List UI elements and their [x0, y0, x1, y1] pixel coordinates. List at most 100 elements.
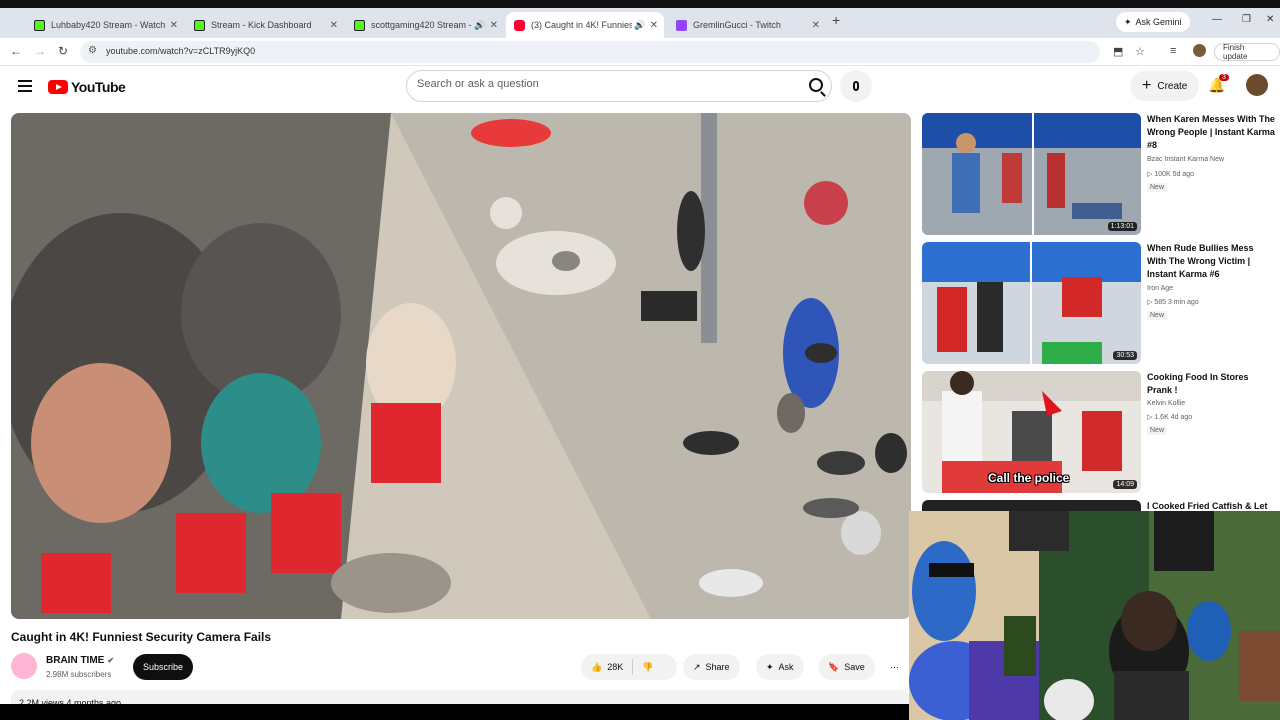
- recommended-channel[interactable]: Kelvin Kollie: [1147, 400, 1185, 407]
- duration-badge: 14:09: [1113, 480, 1137, 489]
- finish-update-button[interactable]: Finish update: [1214, 43, 1280, 61]
- minimize-icon[interactable]: —: [1212, 14, 1222, 25]
- recommended-meta-text: 585 3 min ago: [1154, 299, 1199, 306]
- youtube-header: YouTube + Create 🔔 3: [0, 66, 1280, 108]
- plus-icon: +: [1142, 77, 1152, 94]
- tab-youtube-video[interactable]: (3) Caught in 4K! Funniest S 🔊 ✕: [506, 12, 664, 38]
- recommended-meta: ▷ 585 3 min ago: [1147, 298, 1199, 306]
- tab-title: (3) Caught in 4K! Funniest S: [531, 20, 633, 30]
- channel-name-text: BRAIN TIME: [46, 655, 105, 666]
- webcam-feed: [909, 511, 1280, 720]
- close-icon[interactable]: ✕: [330, 20, 338, 31]
- notification-count-badge: 3: [1219, 74, 1229, 81]
- recommended-video[interactable]: 30:53 When Rude Bullies Mess With The Wr…: [922, 242, 1272, 364]
- youtube-play-icon: [48, 80, 68, 94]
- verified-icon: ✔: [107, 656, 115, 665]
- create-button[interactable]: + Create: [1130, 71, 1200, 101]
- recommended-video[interactable]: 1:13:01 When Karen Messes With The Wrong…: [922, 113, 1275, 235]
- taskbar-edge: [0, 704, 909, 720]
- youtube-logo-text: YouTube: [71, 79, 126, 95]
- youtube-logo[interactable]: YouTube: [48, 79, 126, 95]
- recommended-title[interactable]: When Karen Messes With The Wrong People …: [1147, 113, 1275, 152]
- subscriber-count: 2.98M subscribers: [46, 670, 112, 679]
- like-dislike-group: 👍 28K 👎: [581, 654, 677, 680]
- tab-scottgaming-stream[interactable]: scottgaming420 Stream - W 🔊 ✕: [346, 12, 504, 38]
- speaker-icon[interactable]: 🔊: [474, 20, 485, 31]
- ask-label: Ask: [778, 662, 794, 672]
- search-input[interactable]: [417, 78, 797, 90]
- more-actions-button[interactable]: ⋯: [884, 654, 910, 680]
- menu-icon[interactable]: [18, 80, 32, 92]
- browser-profile-avatar[interactable]: [1193, 44, 1206, 57]
- channel-avatar[interactable]: [11, 653, 37, 679]
- browser-tab-strip: Luhbaby420 Stream - Watch Li ✕ Stream - …: [0, 8, 1280, 38]
- back-icon[interactable]: ←: [10, 44, 22, 58]
- kick-icon: [34, 19, 45, 31]
- close-icon[interactable]: ✕: [490, 20, 498, 31]
- like-count[interactable]: 28K: [607, 662, 623, 672]
- video-thumbnail[interactable]: 30:53: [922, 242, 1141, 364]
- video-thumbnail[interactable]: Call the police 14:09: [922, 371, 1141, 493]
- ask-button[interactable]: ✦ Ask: [756, 654, 804, 680]
- finish-update-label: Finish update: [1223, 43, 1248, 61]
- more-icon: ⋯: [890, 661, 899, 672]
- voice-search-button[interactable]: [840, 70, 872, 102]
- video-player[interactable]: [11, 113, 911, 619]
- video-thumbnail[interactable]: 1:13:01: [922, 113, 1141, 235]
- kick-icon: [354, 19, 365, 31]
- streamer-webcam-overlay: [909, 511, 1280, 720]
- video-title: Caught in 4K! Funniest Security Camera F…: [11, 630, 272, 644]
- speaker-icon[interactable]: 🔊: [634, 20, 645, 31]
- recommended-channel[interactable]: Bzac Instant Karma New: [1147, 156, 1224, 163]
- address-toolbar: ← → ↻ ⚙ youtube.com/watch?v=zCLTR9yjKQ0 …: [0, 38, 1280, 66]
- ask-gemini-label: Ask Gemini: [1135, 17, 1182, 27]
- recommended-channel[interactable]: Iron Age: [1147, 285, 1173, 292]
- close-icon[interactable]: ✕: [650, 20, 658, 31]
- channel-name[interactable]: BRAIN TIME ✔: [46, 655, 114, 666]
- bookmark-icon: 🔖: [828, 661, 840, 672]
- search-icon[interactable]: [809, 78, 823, 92]
- ask-gemini-button[interactable]: ✦ Ask Gemini: [1116, 12, 1190, 32]
- close-icon[interactable]: ✕: [170, 20, 178, 31]
- play-icon: ▷: [1147, 299, 1153, 306]
- save-button[interactable]: 🔖 Save: [818, 654, 875, 680]
- recommended-meta-text: 100K 5d ago: [1154, 171, 1195, 178]
- new-badge: New: [1147, 183, 1168, 192]
- bookmark-star-icon[interactable]: ☆: [1135, 45, 1145, 58]
- tab-twitch[interactable]: GremlinGucci - Twitch ✕: [668, 12, 826, 38]
- like-icon[interactable]: 👍: [591, 662, 602, 673]
- sparkle-icon: ✦: [766, 661, 774, 672]
- tab-luhbaby-stream[interactable]: Luhbaby420 Stream - Watch Li ✕: [26, 12, 184, 38]
- recommended-title[interactable]: When Rude Bullies Mess With The Wrong Vi…: [1147, 242, 1275, 281]
- tab-title: GremlinGucci - Twitch: [693, 20, 781, 30]
- restore-icon[interactable]: ❐: [1242, 14, 1251, 25]
- install-app-icon[interactable]: ⬒: [1113, 45, 1123, 58]
- recommended-video[interactable]: Call the police 14:09 Cooking Food In St…: [922, 371, 1272, 493]
- thumbnail-image: [922, 113, 1141, 235]
- reload-icon[interactable]: ↻: [58, 44, 68, 58]
- account-avatar[interactable]: [1246, 74, 1268, 96]
- media-controls-icon[interactable]: ≡: [1170, 45, 1176, 57]
- video-frame: [11, 113, 911, 619]
- close-icon[interactable]: ✕: [812, 20, 820, 31]
- window-close-icon[interactable]: ✕: [1266, 14, 1274, 25]
- forward-icon[interactable]: →: [34, 44, 46, 58]
- address-bar[interactable]: ⚙ youtube.com/watch?v=zCLTR9yjKQ0: [80, 41, 1100, 63]
- share-button[interactable]: ↗ Share: [683, 654, 740, 680]
- twitch-icon: [676, 19, 687, 31]
- microphone-icon: [853, 81, 859, 91]
- subscribe-button[interactable]: Subscribe: [133, 654, 194, 680]
- new-badge: New: [1147, 426, 1168, 435]
- site-info-icon[interactable]: ⚙: [88, 45, 97, 56]
- new-tab-icon[interactable]: +: [832, 12, 840, 28]
- divider: [632, 659, 634, 675]
- duration-badge: 30:53: [1113, 351, 1137, 360]
- tab-kick-dashboard[interactable]: Stream - Kick Dashboard ✕: [186, 12, 344, 38]
- play-icon: ▷: [1147, 414, 1153, 421]
- youtube-icon: [514, 19, 525, 31]
- recommended-title[interactable]: Cooking Food In Stores Prank !: [1147, 371, 1275, 397]
- recommended-meta: ▷ 100K 5d ago: [1147, 170, 1194, 178]
- dislike-icon[interactable]: 👎: [642, 662, 653, 673]
- kick-icon: [194, 19, 205, 31]
- new-badge: New: [1147, 311, 1168, 320]
